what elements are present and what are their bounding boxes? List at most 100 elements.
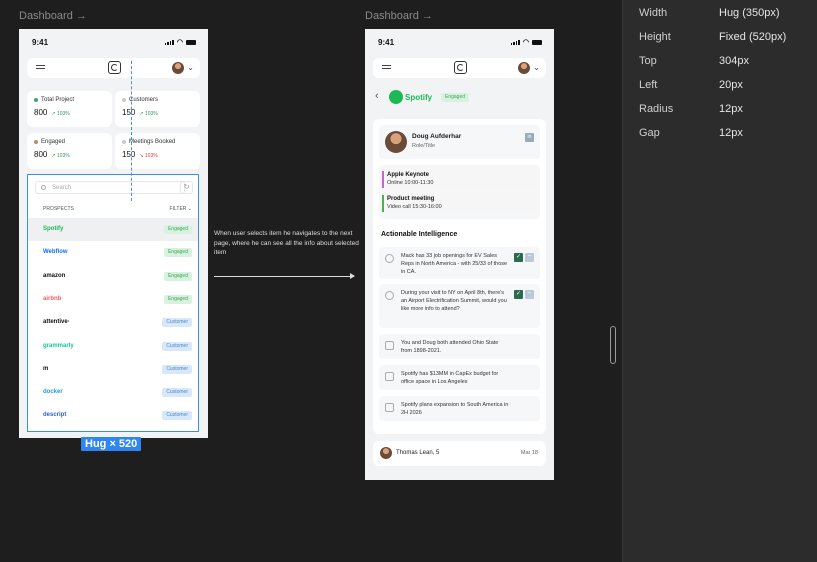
app-logo-icon [107,61,121,74]
app-logo-icon [453,61,467,74]
contact-role: Role/Title [412,143,436,149]
sparkle-icon [385,403,394,412]
list-item[interactable]: docker Customer [28,381,198,404]
avatar[interactable] [172,62,184,74]
list-item[interactable]: airbnb Engaged [28,288,198,311]
brand-logo: descript [43,412,67,419]
property-value[interactable]: 20px [719,79,743,91]
status-badge: Customer [162,341,192,351]
intel-title: Actionable Intelligence [381,231,458,238]
list-item[interactable]: m Customer [28,358,198,381]
brand-logo: amazon [43,272,66,279]
trend-up-icon: ↗ 103% [51,111,70,117]
spacing-guide [131,61,132,201]
minus-icon[interactable]: − [525,290,534,299]
stat-card[interactable]: Meetings Booked 150 ↘ 103% [115,133,200,169]
stat-value: 800 ↗ 103% [34,150,70,159]
status-time: 9:41 [32,38,49,47]
status-bar: 9:41 ◠ [365,29,554,53]
meeting-item[interactable]: Apple Keynote Online 10:00-11:30 [379,169,540,189]
spotify-logo-icon [389,90,403,104]
frame-label-right[interactable]: Dashboard → [365,10,433,22]
stat-card[interactable]: Customers 150 ↗ 103% [115,91,200,127]
flow-annotation: When user selects item he navigates to t… [214,230,359,256]
list-item[interactable]: Webflow Engaged [28,241,198,264]
list-item[interactable]: attentive· Customer [28,311,198,334]
wifi-icon: ◠ [522,39,529,46]
info-icon [385,291,394,300]
property-value[interactable]: 12px [719,127,743,139]
stat-label: Engaged [34,139,65,145]
intel-item[interactable]: Mack has 33 job openings for EV Sales Re… [379,247,540,279]
intel-item[interactable]: Spotify plans expansion to South America… [379,396,540,421]
stat-value: 150 ↘ 103% [122,150,158,159]
property-value[interactable]: 12px [719,103,743,115]
detail-frame: 9:41 ◠ ⌄ ‹ Spotify Engaged Doug Aufderha… [365,29,554,480]
status-badge: Customer [162,364,192,374]
linkedin-icon[interactable]: in [525,133,534,142]
stat-value: 150 ↗ 103% [122,108,158,117]
brand-logo: docker [43,389,63,396]
scrollbar[interactable] [610,326,616,364]
check-icon[interactable]: ✓ [514,253,523,262]
stat-card[interactable]: Engaged 800 ↗ 103% [27,133,112,169]
check-icon[interactable]: ✓ [514,290,523,299]
hug-size-badge: Hug × 520 [81,437,142,451]
property-value[interactable]: Fixed (520px) [719,31,786,43]
contact-card[interactable]: Doug Aufderhar Role/Title in [379,125,540,159]
stat-card[interactable]: Total Project 800 ↗ 103% [27,91,112,127]
status-badge: Engaged [163,248,192,258]
property-key: Width [639,7,668,19]
status-badge: Engaged [441,93,470,102]
menu-icon[interactable] [36,65,45,71]
contact-name: Doug Aufderhar [412,133,462,140]
search-icon [41,185,46,190]
intel-item[interactable]: Spotify has $13MM in CapEx budget for of… [379,365,540,390]
property-key: Top [639,55,657,67]
back-chevron-icon[interactable]: ‹ [375,90,379,102]
list-item[interactable]: Spotify Engaged [28,218,198,241]
property-value[interactable]: 304px [719,55,749,67]
brand-logo: Spotify [43,226,64,232]
avatar[interactable] [518,62,530,74]
chevron-down-icon[interactable]: ⌄ [187,63,194,72]
sparkle-icon [385,341,394,350]
intel-item[interactable]: During your visit to NY on April 8th, th… [379,284,540,328]
info-icon [385,254,394,263]
company-name: Spotify [405,93,433,102]
footer-contact[interactable]: Thomas Lean, 5 Mar 18 [373,441,546,466]
contact-avatar [385,131,407,153]
stat-value: 800 ↗ 103% [34,108,70,117]
filter-button[interactable]: FILTER ⌄ [170,206,192,212]
list-item[interactable]: descript Customer [28,404,198,427]
brand-logo: Webflow [43,249,68,256]
trend-up-icon: ↗ 103% [51,153,70,159]
brand-logo: grammarly [43,342,74,349]
prospects-header: PROSPECTS [43,206,74,212]
minus-icon[interactable]: − [525,253,534,262]
status-badge: Customer [162,411,192,421]
detail-card: Doug Aufderhar Role/Title in Apple Keyno… [373,119,546,434]
frame-label-left[interactable]: Dashboard → [19,10,87,22]
signal-icon [164,39,174,45]
battery-icon [186,39,196,45]
signal-icon [510,39,520,45]
meeting-item[interactable]: Product meeting Video call 15:30-16:00 [379,193,540,213]
wifi-icon: ◠ [176,39,183,46]
top-nav: ⌄ [373,58,546,78]
search-input[interactable]: Search [35,181,185,194]
brand-logo: m [43,365,49,372]
property-value[interactable]: Hug (350px) [719,7,780,19]
list-item[interactable]: grammarly Customer [28,335,198,358]
list-item[interactable]: amazon Engaged [28,265,198,288]
property-key: Radius [639,103,674,115]
menu-icon[interactable] [382,65,391,71]
intel-item[interactable]: You and Doug both attended Ohio State fr… [379,334,540,359]
status-badge: Customer [162,318,192,328]
brand-logo: attentive· [43,319,70,326]
chevron-down-icon[interactable]: ⌄ [533,63,540,72]
properties-panel: Width Hug (350px) Height Fixed (520px) Top 30… [622,0,817,562]
refresh-icon[interactable]: ↻ [180,181,193,194]
prospects-list: Search ↻ PROSPECTS FILTER ⌄ Spotify Engage… [27,174,199,432]
status-bar: 9:41 ◠ [19,29,208,53]
